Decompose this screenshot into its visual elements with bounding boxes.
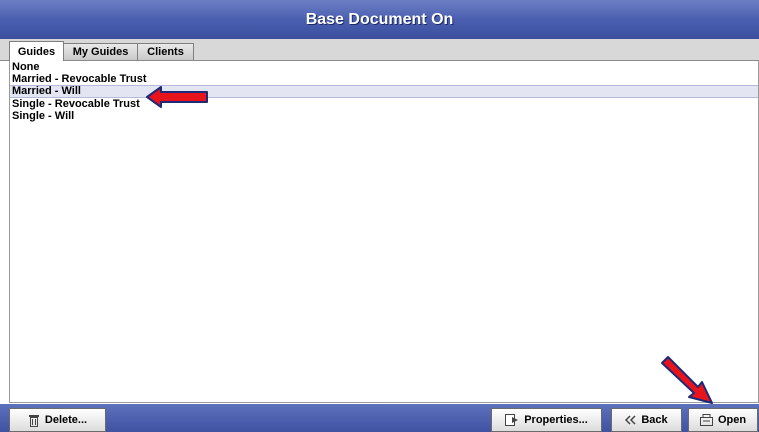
back-button-label: Back	[641, 414, 668, 426]
tab-my-guides[interactable]: My Guides	[63, 43, 138, 60]
list-item[interactable]: Married - Revocable Trust	[10, 73, 758, 85]
list-item[interactable]: Single - Will	[10, 110, 758, 122]
properties-button-label: Properties...	[524, 414, 588, 426]
title-bar: Base Document On	[0, 0, 759, 39]
open-button-label: Open	[717, 414, 747, 426]
list-item-selected[interactable]: Married - Will	[10, 85, 758, 98]
list-item[interactable]: Single - Revocable Trust	[10, 98, 758, 110]
back-button[interactable]: Back	[611, 408, 682, 432]
properties-icon	[505, 414, 519, 426]
delete-button[interactable]: Delete...	[9, 408, 106, 432]
tab-guides[interactable]: Guides	[9, 41, 64, 61]
button-bar: Delete... Properties... Back Open	[0, 404, 759, 432]
tab-strip: Guides My Guides Clients	[0, 39, 759, 61]
open-document-icon	[699, 414, 713, 426]
window-title: Base Document On	[305, 10, 454, 28]
open-button[interactable]: Open	[688, 408, 758, 432]
guides-list[interactable]: None Married - Revocable Trust Married -…	[9, 61, 759, 403]
properties-button[interactable]: Properties...	[491, 408, 602, 432]
double-chevron-left-icon	[625, 415, 636, 425]
list-item[interactable]: None	[10, 61, 758, 73]
trash-icon	[28, 414, 40, 427]
tab-clients[interactable]: Clients	[137, 43, 194, 60]
delete-button-label: Delete...	[44, 414, 88, 426]
